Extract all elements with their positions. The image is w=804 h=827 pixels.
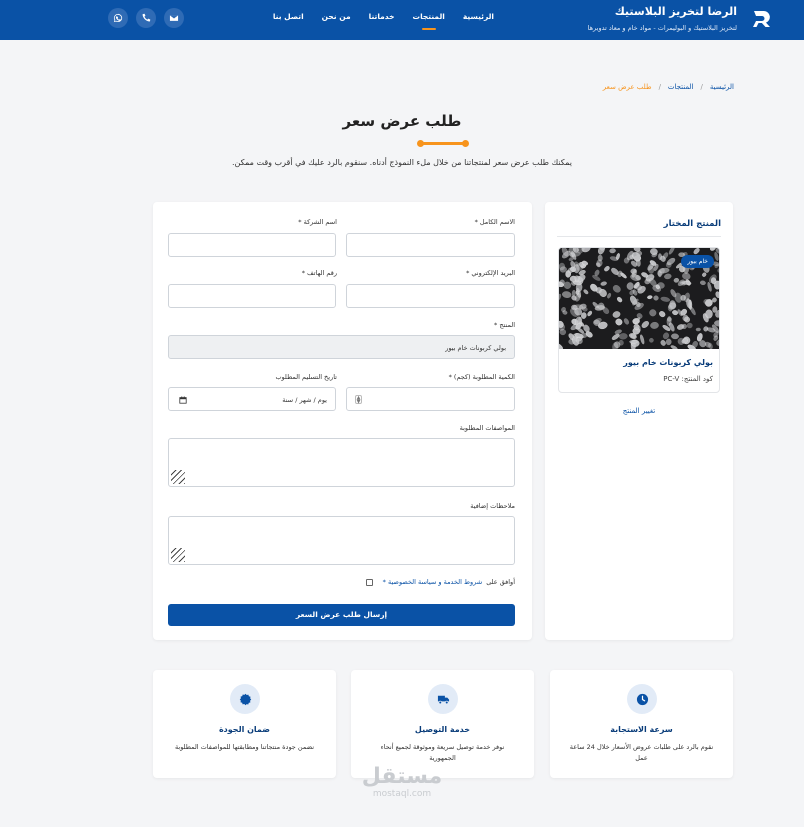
watermark-domain: mostaql.com [372, 789, 432, 799]
product-badge: خام بيور [681, 255, 714, 268]
title-divider [417, 140, 469, 147]
terms-agreement: أوافق على شروط الخدمة و سياسة الخصوصية * [365, 578, 515, 586]
feature-card-delivery: خدمة التوصيل نوفر خدمة توصيل سريعة وموثو… [351, 670, 534, 778]
delivery-date-field[interactable]: يوم / شهر / سنة [168, 387, 336, 411]
truck-icon [428, 684, 458, 714]
clock-icon [627, 684, 657, 714]
phone-icon[interactable] [136, 8, 156, 28]
terms-link[interactable]: شروط الخدمة و سياسة الخصوصية * [383, 578, 483, 586]
breadcrumb-products[interactable]: المنتجات [668, 83, 694, 91]
feature-description: نقوم بالرد على طلبات عروض الأسعار خلال 2… [569, 743, 714, 763]
notes-textarea[interactable] [168, 516, 515, 565]
terms-prefix: أوافق على [486, 578, 515, 586]
breadcrumb-separator: / [658, 83, 661, 91]
email-field[interactable] [346, 284, 515, 308]
nav-services[interactable]: خدماتنا [369, 12, 395, 21]
company-label: اسم الشركة * [298, 218, 337, 226]
logo-icon[interactable] [750, 7, 774, 31]
badge-icon [230, 684, 260, 714]
quote-form: الاسم الكامل * اسم الشركة * البريد الإلك… [153, 202, 532, 640]
nav-products[interactable]: المنتجات [413, 12, 445, 21]
change-product-link[interactable]: تغيير المنتج [545, 407, 733, 415]
feature-title: خدمة التوصيل [414, 725, 471, 734]
calendar-icon[interactable] [179, 396, 187, 404]
divider [557, 236, 721, 237]
page-title: طلب عرض سعر [342, 112, 462, 130]
product-field: بولي كربونات خام بيور [168, 335, 515, 359]
brand-subtitle: لتخريز البلاستيك و البوليمرات - مواد خام… [587, 24, 737, 32]
submit-button[interactable]: إرسال طلب عرض السعر [168, 604, 515, 626]
social-links [108, 8, 184, 28]
nav-about[interactable]: من نحن [322, 12, 351, 21]
company-field[interactable] [168, 233, 336, 257]
specs-textarea[interactable] [168, 438, 515, 487]
spinner-icon[interactable]: ▲ ▼ [355, 395, 362, 405]
product-name: بولي كربونات خام بيور [623, 358, 713, 367]
product-field-value: بولي كربونات خام بيور [445, 344, 506, 352]
feature-title: ضمان الجودة [218, 725, 271, 734]
breadcrumb-home[interactable]: الرئيسية [710, 83, 734, 91]
mail-icon[interactable] [164, 8, 184, 28]
selected-product-card: المنتج المختار خام بيور بولي كربونات خام… [545, 202, 733, 640]
notes-label: ملاحظات إضافية [470, 502, 515, 510]
watermark: مستقل mostaql.com [352, 764, 452, 799]
phone-field[interactable] [168, 284, 336, 308]
brand-title[interactable]: الرضا لتخريز البلاستيك [615, 5, 737, 18]
product-card[interactable]: خام بيور بولي كربونات خام بيور كود المنت… [558, 247, 720, 393]
main-nav: الرئيسية المنتجات خدماتنا من نحن اتصل بن… [273, 12, 494, 21]
feature-card-quality: ضمان الجودة نضمن جودة منتجاتنا ومطابقتها… [153, 670, 336, 778]
quantity-stepper[interactable]: ▲ ▼ [346, 387, 515, 411]
whatsapp-icon[interactable] [108, 8, 128, 28]
feature-card-response: سرعة الاستجابة نقوم بالرد على طلبات عروض… [550, 670, 733, 778]
site-header: الرضا لتخريز البلاستيك لتخريز البلاستيك … [0, 0, 804, 40]
email-label: البريد الإلكتروني * [466, 269, 515, 277]
feature-title: سرعة الاستجابة [610, 725, 673, 734]
nav-contact[interactable]: اتصل بنا [273, 12, 304, 21]
breadcrumb: الرئيسية / المنتجات / طلب عرض سعر [603, 83, 734, 91]
phone-label: رقم الهاتف * [301, 269, 337, 277]
quantity-label: الكمية المطلوبة (كجم) * [448, 373, 515, 381]
nav-home[interactable]: الرئيسية [463, 12, 494, 21]
feature-description: نضمن جودة منتجاتنا ومطابقتها للمواصفات ا… [174, 743, 315, 751]
selected-product-title: المنتج المختار [663, 219, 721, 229]
resize-handle-icon[interactable] [171, 470, 185, 484]
delivery-date-placeholder: يوم / شهر / سنة [282, 396, 327, 404]
delivery-date-label: تاريخ التسليم المطلوب [275, 373, 337, 381]
breadcrumb-separator: / [700, 83, 703, 91]
page-intro: يمكنك طلب عرض سعر لمنتجاتنا من خلال ملء … [231, 158, 573, 167]
watermark-logo: مستقل [361, 764, 443, 789]
product-code: كود المنتج: PC-V [663, 375, 713, 383]
resize-handle-icon[interactable] [171, 548, 185, 562]
full-name-field[interactable] [346, 233, 515, 257]
product-label: المنتج * [494, 321, 515, 329]
breadcrumb-current: طلب عرض سعر [602, 83, 652, 91]
terms-checkbox[interactable] [365, 578, 373, 586]
specs-label: المواصفات المطلوبة [459, 424, 515, 432]
feature-description: نوفر خدمة توصيل سريعة وموثوقة لجميع أنحا… [380, 743, 505, 763]
full-name-label: الاسم الكامل * [474, 218, 515, 226]
